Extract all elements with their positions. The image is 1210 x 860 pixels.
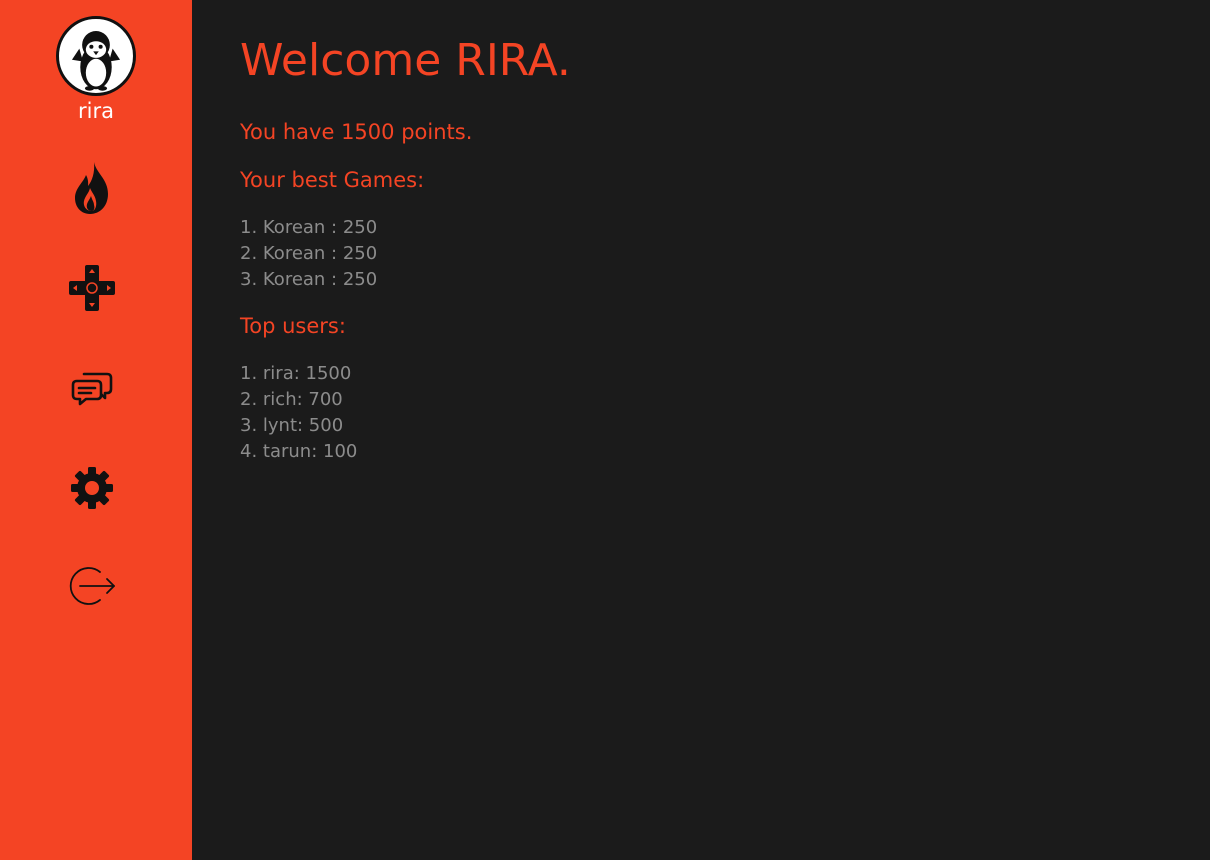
- points-summary: You have 1500 points.: [240, 120, 473, 144]
- username-label: rira: [78, 99, 114, 123]
- list-item: 1. Korean : 250: [240, 217, 378, 238]
- nav-item-chat[interactable]: [62, 358, 122, 418]
- list-item: 3. Korean : 250: [240, 269, 378, 290]
- nav-item-settings[interactable]: [62, 458, 122, 518]
- list-item: 4. tarun: 100: [240, 441, 358, 462]
- gamepad-icon: [69, 265, 115, 311]
- logout-icon: [69, 567, 115, 605]
- chat-icon: [71, 372, 113, 406]
- gear-icon: [71, 467, 113, 509]
- best-games-list: 1. Korean : 250 2. Korean : 250 3. Korea…: [240, 215, 377, 293]
- top-users-list: 1. rira: 1500 2. rich: 700 3. lynt: 500 …: [240, 361, 357, 465]
- fire-icon: [75, 162, 108, 214]
- avatar[interactable]: [56, 16, 136, 96]
- penguin-icon: [71, 31, 121, 91]
- nav-item-trending[interactable]: [62, 158, 122, 218]
- list-item: 1. rira: 1500: [240, 363, 352, 384]
- best-games-heading: Your best Games:: [240, 168, 425, 192]
- nav-item-logout[interactable]: [62, 556, 122, 616]
- top-users-heading: Top users:: [240, 314, 346, 338]
- app: rira Welcome RIRA. You have 1500 points.…: [0, 0, 1210, 860]
- list-item: 2. rich: 700: [240, 389, 343, 410]
- nav-item-games[interactable]: [62, 258, 122, 318]
- page-title: Welcome RIRA.: [240, 35, 571, 86]
- list-item: 2. Korean : 250: [240, 243, 378, 264]
- list-item: 3. lynt: 500: [240, 415, 344, 436]
- sidebar: rira: [0, 0, 192, 860]
